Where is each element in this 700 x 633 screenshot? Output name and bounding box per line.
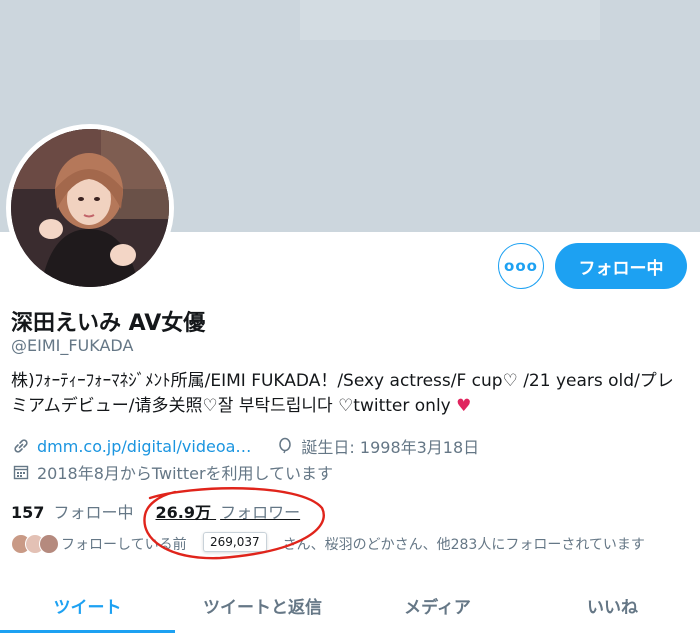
calendar-icon [11, 462, 31, 482]
following-stat[interactable]: 157 フォロー中 [11, 499, 134, 523]
profile-avatar[interactable] [6, 124, 174, 292]
tab-tweets-and-replies[interactable]: ツイートと返信 [175, 580, 350, 633]
followed-by-prefix: フォローしている前 [61, 537, 187, 553]
profile-tabs: ツイート ツイートと返信 メディア いいね [0, 580, 700, 633]
following-label: フォロー中 [53, 503, 134, 522]
website-link[interactable]: dmm.co.jp/digital/videoa… [37, 437, 251, 456]
followers-exact-tooltip: 269,037 [203, 532, 267, 552]
joined-date-text: 2018年8月からTwitterを利用しています [37, 464, 334, 483]
bio-text: 株)ﾌｫｰﾃｨｰﾌｫｰﾏﾈｼﾞﾒﾝﾄ所属/EIMI FUKADA！/Sexy a… [11, 371, 674, 416]
profile-meta-row-2: 2018年8月からTwitterを利用しています [11, 460, 333, 484]
balloon-icon [275, 436, 295, 456]
followed-by-row[interactable]: フォローしている前 さん、桜羽のどかさん、他283人にフォローされています [11, 534, 645, 554]
profile-stats: 157 フォロー中 26.9万 フォロワー [11, 499, 300, 523]
mini-avatar [39, 534, 59, 554]
tab-media[interactable]: メディア [350, 580, 525, 633]
heart-emoji: ♥ [456, 396, 472, 416]
followers-stat[interactable]: 26.9万 フォロワー [156, 499, 301, 523]
tab-tweets[interactable]: ツイート [0, 580, 175, 633]
avatar-image [11, 129, 169, 287]
following-count: 157 [11, 503, 45, 522]
more-options-icon: ooo [504, 256, 538, 275]
more-options-button[interactable]: ooo [498, 243, 544, 289]
avatar-photo [11, 129, 169, 287]
profile-meta-row-1: dmm.co.jp/digital/videoa… 誕生日: 1998年3月18… [11, 434, 479, 458]
profile-handle[interactable]: @EIMI_FUKADA [11, 336, 133, 355]
followed-by-avatars [11, 534, 59, 554]
followers-count: 26.9万 [155, 503, 211, 522]
link-icon [11, 436, 31, 456]
followers-label: フォロワー [220, 503, 301, 522]
banner-highlight [300, 0, 600, 40]
profile-name: 深田えいみ AV女優 [11, 311, 206, 336]
following-button[interactable]: フォロー中 [555, 243, 687, 289]
profile-bio: 株)ﾌｫｰﾃｨｰﾌｫｰﾏﾈｼﾞﾒﾝﾄ所属/EIMI FUKADA！/Sexy a… [11, 369, 683, 419]
followed-by-suffix: さん、桜羽のどかさん、他283人にフォローされています [282, 537, 645, 553]
tab-likes[interactable]: いいね [525, 580, 700, 633]
birthday-text: 誕生日: 1998年3月18日 [301, 438, 480, 457]
